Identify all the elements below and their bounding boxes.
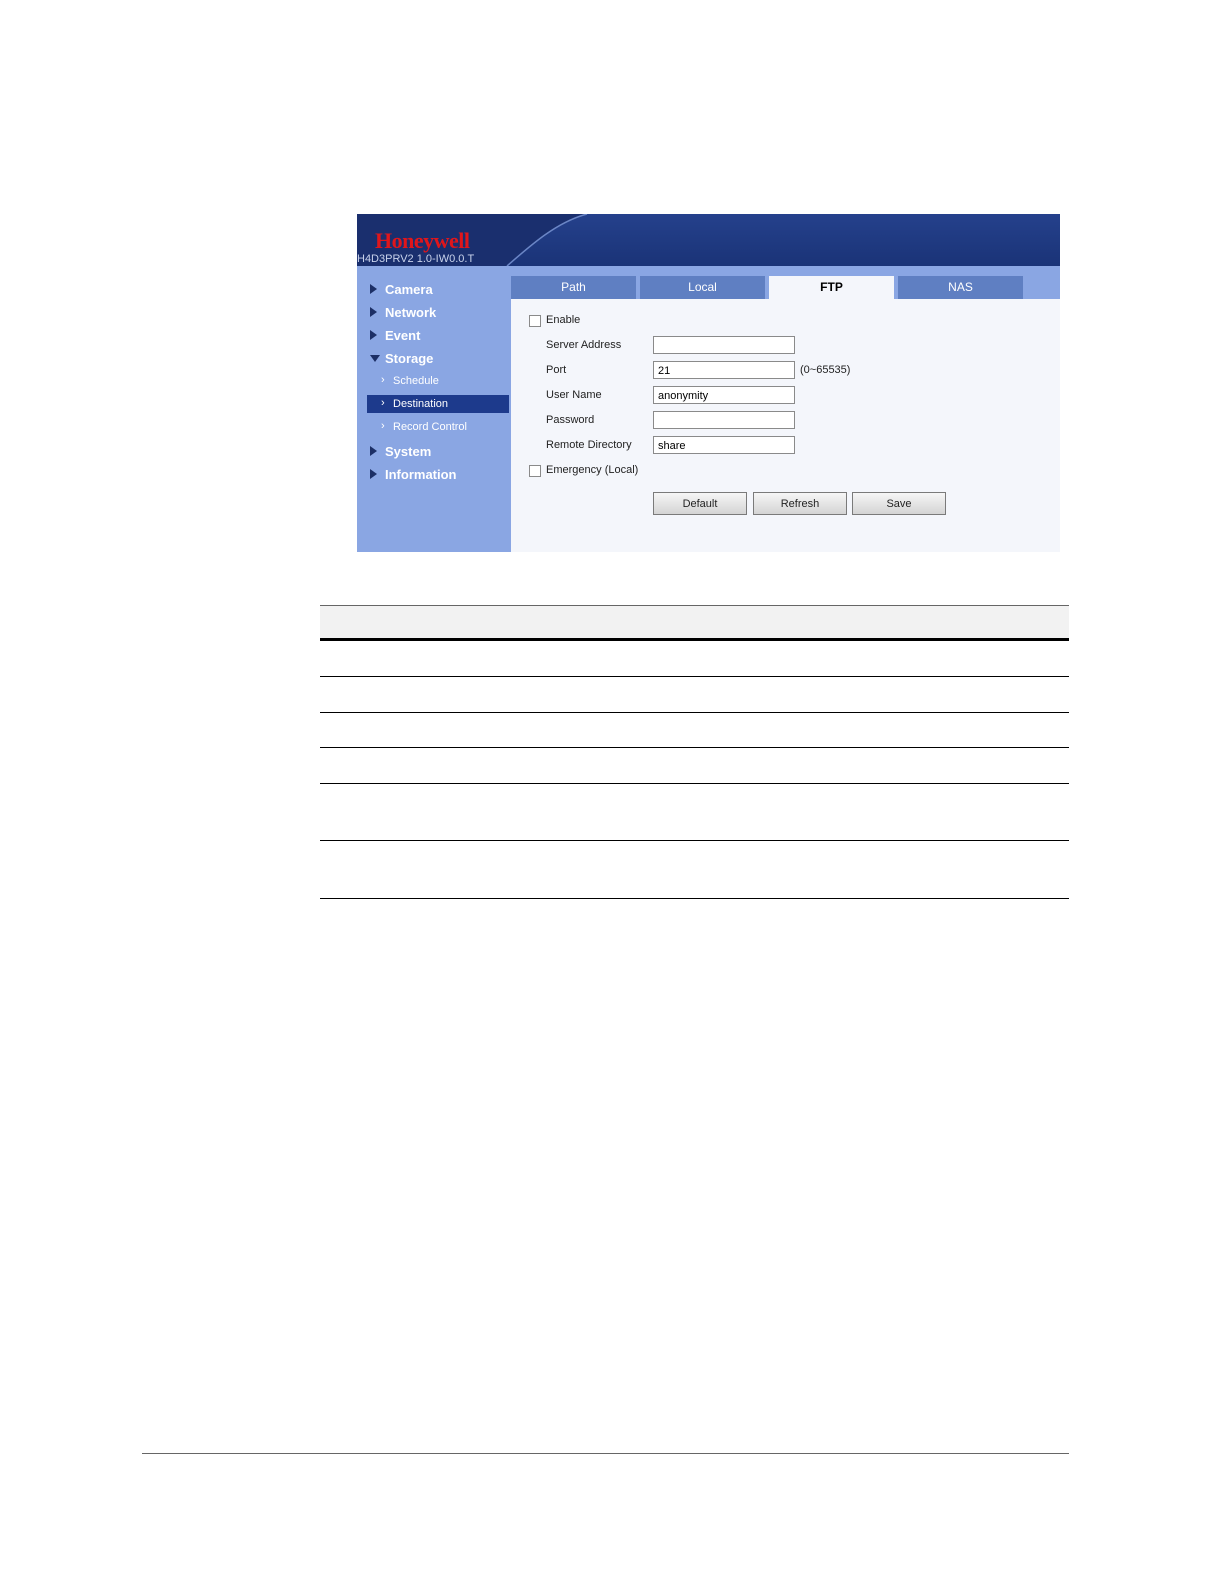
page-footer-rule <box>142 1453 1069 1454</box>
password-input[interactable] <box>653 411 795 429</box>
nav-schedule-label: Schedule <box>393 375 439 387</box>
port-input[interactable]: 21 <box>653 361 795 379</box>
content-panel: Path Local FTP NAS Enable Server Address… <box>511 266 1060 552</box>
emergency-label: Emergency (Local) <box>546 464 639 476</box>
triangle-right-icon <box>370 330 377 340</box>
nav-schedule[interactable]: › Schedule <box>367 372 509 390</box>
emergency-checkbox[interactable] <box>529 465 541 477</box>
refresh-button[interactable]: Refresh <box>753 492 847 515</box>
nav-network-label: Network <box>385 305 437 320</box>
password-label: Password <box>546 414 595 426</box>
nav-system[interactable]: System <box>357 442 511 462</box>
triangle-right-icon <box>370 284 377 294</box>
tab-nas[interactable]: NAS <box>898 276 1023 299</box>
enable-label: Enable <box>546 314 581 326</box>
nav-storage[interactable]: Storage <box>357 349 511 369</box>
firmware-version: H4D3PRV2 1.0-IW0.0.T <box>357 253 475 265</box>
table-row-rule <box>320 783 1069 784</box>
sidebar: Camera Network Event Storage › Schedule … <box>357 266 511 552</box>
chevron-right-icon: › <box>381 374 385 386</box>
server-address-label: Server Address <box>546 339 622 351</box>
table-row-rule <box>320 676 1069 677</box>
brand-logo: Honeywell <box>375 228 470 253</box>
nav-network[interactable]: Network <box>357 303 511 323</box>
user-name-input[interactable]: anonymity <box>653 386 795 404</box>
nav-destination-label: Destination <box>393 398 449 410</box>
nav-system-label: System <box>385 444 432 459</box>
table-row-rule <box>320 898 1069 899</box>
table-header-rule <box>320 638 1069 641</box>
save-button[interactable]: Save <box>852 492 946 515</box>
enable-checkbox[interactable] <box>529 315 541 327</box>
triangle-down-icon <box>370 355 380 362</box>
nav-event[interactable]: Event <box>357 326 511 346</box>
port-range-hint: (0~65535) <box>800 364 851 376</box>
nav-destination[interactable]: › Destination <box>367 395 509 413</box>
triangle-right-icon <box>370 307 377 317</box>
triangle-right-icon <box>370 446 377 456</box>
remote-directory-label: Remote Directory <box>546 439 632 451</box>
chevron-right-icon: › <box>381 420 385 432</box>
app-header: Honeywell H4D3PRV2 1.0-IW0.0.T <box>357 214 1060 266</box>
nav-record-control[interactable]: › Record Control <box>367 418 509 436</box>
nav-storage-label: Storage <box>385 351 434 366</box>
nav-event-label: Event <box>385 328 421 343</box>
camera-web-ui: Honeywell H4D3PRV2 1.0-IW0.0.T Camera Ne… <box>357 214 1060 552</box>
table-row-rule <box>320 712 1069 713</box>
table-row-rule <box>320 747 1069 748</box>
nav-camera[interactable]: Camera <box>357 280 511 300</box>
nav-information[interactable]: Information <box>357 465 511 485</box>
chevron-right-icon: › <box>381 397 385 409</box>
default-button[interactable]: Default <box>653 492 747 515</box>
tab-ftp[interactable]: FTP <box>769 276 894 299</box>
tab-bar: Path Local FTP NAS <box>511 266 1060 299</box>
user-name-label: User Name <box>546 389 602 401</box>
table-row-rule <box>320 840 1069 841</box>
port-label: Port <box>546 364 567 376</box>
nav-information-label: Information <box>385 467 457 482</box>
remote-directory-input[interactable]: share <box>653 436 795 454</box>
nav-record-control-label: Record Control <box>393 421 467 433</box>
table-header <box>320 605 1069 639</box>
tab-local[interactable]: Local <box>640 276 765 299</box>
triangle-right-icon <box>370 469 377 479</box>
tab-path[interactable]: Path <box>511 276 636 299</box>
server-address-input[interactable] <box>653 336 795 354</box>
nav-camera-label: Camera <box>385 282 433 297</box>
